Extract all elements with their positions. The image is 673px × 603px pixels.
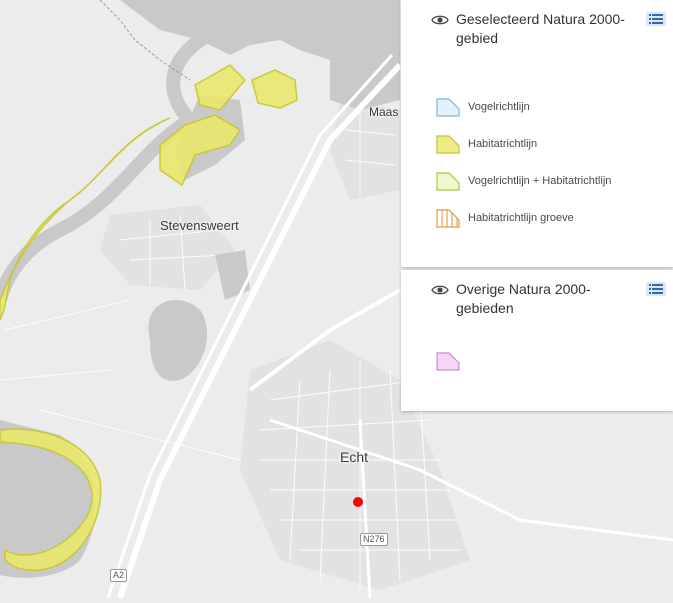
legend-list-overige (435, 342, 468, 379)
legend-item-overige (435, 342, 468, 379)
legend-list-icon[interactable] (646, 12, 666, 26)
swatch-blue-polygon-icon (436, 97, 460, 117)
legend-list-icon[interactable] (646, 282, 666, 296)
legend-panel-overige: Overige Natura 2000-gebieden (401, 270, 673, 411)
location-marker[interactable] (353, 497, 363, 507)
road-shield-n276: N276 (360, 533, 388, 546)
swatch-orange-hatched-polygon-icon (436, 208, 460, 228)
swatch-yellow-polygon-icon (436, 134, 460, 154)
eye-icon[interactable] (431, 283, 449, 297)
legend-item-vogelrichtlijn: Vogelrichtlijn (435, 88, 611, 125)
legend-title-overige: Overige Natura 2000-gebieden (456, 281, 591, 316)
legend-item-habitat-groeve: Habitatrichtlijn groeve (435, 199, 611, 236)
place-label-maas: Maas (369, 105, 399, 119)
place-label-echt: Echt (340, 449, 369, 465)
place-label-stevensweert: Stevensweert (160, 218, 239, 233)
legend-header-overige: Overige Natura 2000-gebieden (431, 280, 641, 318)
road-shield-a2: A2 (110, 569, 128, 582)
legend-panel-geselecteerd: Geselecteerd Natura 2000-gebied Vogelric… (401, 0, 673, 267)
legend-item-habitatrichtlijn: Habitatrichtlijn (435, 125, 611, 162)
legend-title-geselecteerd: Geselecteerd Natura 2000-gebied (456, 11, 625, 46)
legend-header-geselecteerd: Geselecteerd Natura 2000-gebied (431, 10, 641, 48)
legend-list-geselecteerd: Vogelrichtlijn Habitatrichtlijn Vogelric… (435, 88, 611, 236)
legend-item-vogel-habitat: Vogelrichtlijn + Habitatrichtlijn (435, 162, 611, 199)
legend-label: Vogelrichtlijn (468, 100, 530, 113)
legend-label: Habitatrichtlijn (468, 137, 538, 150)
swatch-pink-polygon-icon (436, 351, 460, 371)
legend-label: Habitatrichtlijn groeve (468, 211, 574, 224)
swatch-green-polygon-icon (436, 171, 460, 191)
eye-icon[interactable] (431, 13, 449, 27)
legend-label: Vogelrichtlijn + Habitatrichtlijn (468, 174, 612, 187)
